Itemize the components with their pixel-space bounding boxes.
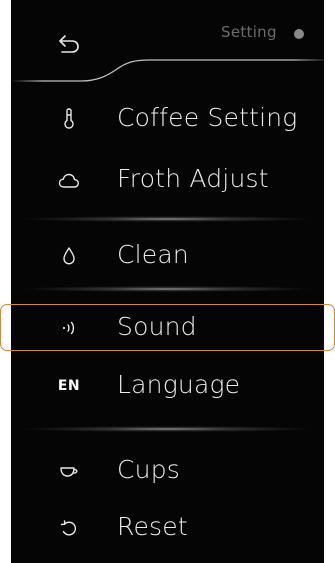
menu-item-coffee-setting[interactable]: Coffee Setting: [11, 91, 324, 147]
droplet-icon: [55, 242, 83, 270]
section-divider: [21, 426, 314, 432]
thermometer-icon: [55, 105, 83, 133]
settings-screen: Setting Coffee Setting Froth Adjust Clea…: [11, 0, 324, 563]
page-title: Setting: [221, 23, 277, 41]
menu-item-label: Clean: [117, 240, 189, 269]
language-icon: EN: [57, 378, 81, 394]
cup-icon: [55, 457, 83, 485]
reset-icon: [55, 514, 83, 542]
cloud-icon: [55, 166, 83, 194]
menu-item-cups[interactable]: Cups: [11, 443, 324, 499]
menu-item-label: Reset: [117, 512, 188, 541]
menu-item-sound[interactable]: Sound: [11, 300, 324, 356]
menu-item-language[interactable]: EN Language: [11, 358, 324, 414]
menu-item-clean[interactable]: Clean: [11, 228, 324, 284]
menu-item-label: Language: [117, 370, 241, 399]
menu-item-reset[interactable]: Reset: [11, 500, 324, 556]
header-divider: [11, 59, 324, 82]
menu-item-label: Cups: [117, 455, 180, 484]
menu-item-froth-adjust[interactable]: Froth Adjust: [11, 152, 324, 208]
section-divider: [21, 216, 314, 222]
section-divider: [21, 286, 314, 292]
menu-item-label: Sound: [117, 312, 197, 341]
menu-item-label: Froth Adjust: [117, 164, 269, 193]
menu-item-label: Coffee Setting: [117, 103, 298, 132]
sound-icon: [55, 314, 83, 342]
status-dot: [294, 29, 304, 39]
